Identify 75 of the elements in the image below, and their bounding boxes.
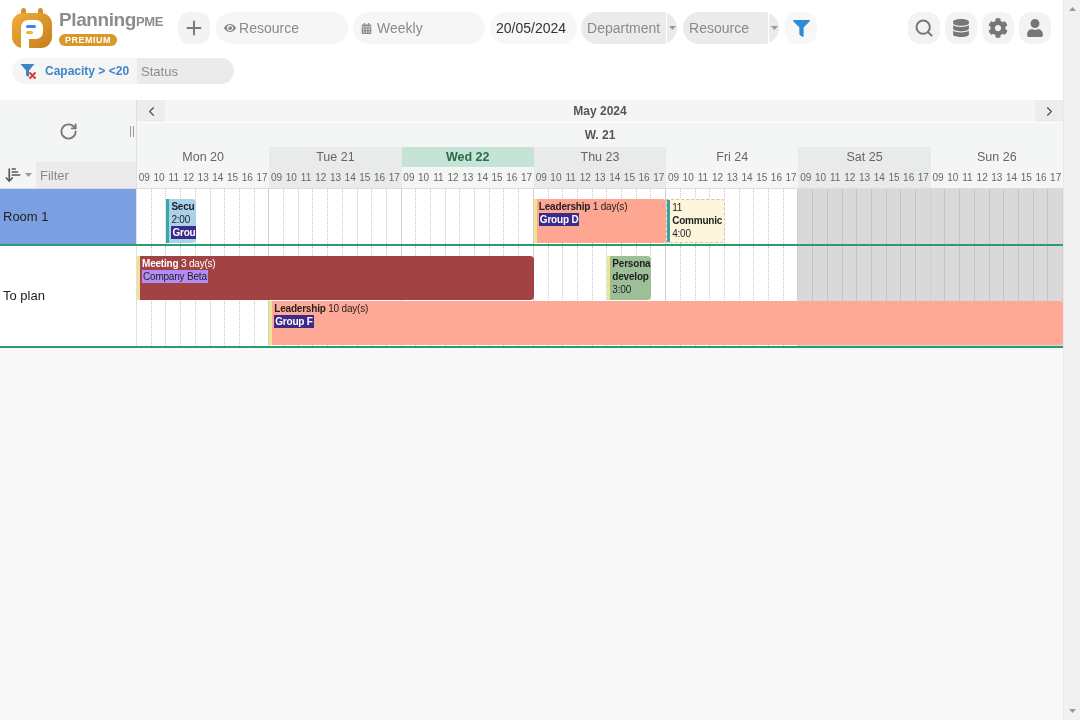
row-label[interactable]: To plan [0, 246, 137, 346]
calendar-icon [361, 22, 372, 34]
filter-chip[interactable]: Capacity > <20 [12, 58, 138, 84]
month-label: May 2024 [573, 103, 627, 120]
hour-label: 16 [901, 167, 917, 188]
eye-icon [224, 22, 236, 34]
event-duration: 2:00 [171, 213, 191, 226]
user-icon [1026, 19, 1044, 37]
event-duration: 3:00 [612, 283, 631, 296]
database-button[interactable] [945, 12, 977, 44]
group-tag: Group F [274, 315, 314, 328]
settings-icon [988, 18, 1008, 38]
search-button[interactable] [908, 12, 940, 44]
event-title: Persona [612, 257, 651, 270]
sort-icon[interactable] [4, 166, 22, 184]
date-field[interactable]: 20/05/2024 [490, 12, 577, 44]
hour-label: 09 [269, 167, 284, 188]
event-block[interactable]: Leadership 1 day(s) Group D [533, 199, 667, 243]
day-header: Wed 22 [401, 147, 534, 167]
event-block[interactable]: Persona develop 3:00 [607, 256, 652, 300]
next-button[interactable] [1035, 100, 1063, 122]
hour-label: 13 [857, 167, 872, 188]
logo-wordmark: PlanningPME [59, 10, 163, 32]
hour-label: 11 [563, 167, 578, 188]
event-duration: 4:00 [672, 227, 691, 240]
search-icon [914, 18, 934, 38]
status-field[interactable]: Status [137, 58, 235, 84]
filter-icon [792, 19, 810, 37]
event-label: 11 [672, 201, 683, 214]
hour-label: 17 [916, 167, 931, 188]
filter-button[interactable] [785, 12, 817, 44]
day-header: Thu 23 [533, 147, 667, 167]
week-label: W. 21 [584, 127, 616, 144]
add-button[interactable] [178, 12, 210, 44]
settings-button[interactable] [982, 12, 1014, 44]
scrollbar[interactable] [1063, 0, 1080, 720]
user-button[interactable] [1019, 12, 1051, 44]
hour-label: 09 [798, 167, 814, 188]
hour-label: 12 [313, 167, 329, 188]
hour-label: 15 [622, 167, 637, 188]
group-tag: Company Beta [142, 270, 208, 283]
event-title: Communic [672, 214, 723, 227]
hour-label: 16 [372, 167, 387, 188]
caret-down-icon [770, 26, 778, 30]
hour-label: 14 [607, 167, 623, 188]
hour-label: 10 [813, 167, 828, 188]
event-block[interactable]: Meeting 3 day(s) Company Beta [137, 256, 534, 300]
day-header: Tue 21 [269, 147, 402, 167]
database-icon [952, 19, 970, 37]
caret-down-icon [1068, 709, 1076, 713]
caret-down-icon [668, 26, 676, 30]
filter-remove-icon[interactable] [20, 63, 37, 79]
event-block[interactable]: Secu 2:00 Grou [166, 199, 196, 243]
logo-icon [12, 8, 52, 48]
event-block[interactable]: 11 Communic 4:00 [666, 199, 725, 243]
resource-search-field[interactable]: Resource [216, 12, 348, 44]
group-tag: Grou [171, 226, 196, 239]
filter-field[interactable]: Filter [36, 162, 136, 188]
caret-down-icon[interactable] [25, 173, 32, 177]
hour-label: 17 [651, 167, 667, 188]
event-title: Meeting 3 day(s) [142, 257, 216, 270]
caret-up-icon [1068, 7, 1076, 11]
premium-badge: PREMIUM [59, 34, 117, 46]
event-title: Leadership 1 day(s) [538, 200, 628, 213]
row-label[interactable]: Room 1 [0, 189, 137, 244]
event-title: Secu [171, 200, 195, 213]
hour-label: 13 [328, 167, 343, 188]
event-title: Leadership 10 day(s) [274, 302, 369, 315]
grip-icon[interactable] [130, 126, 134, 137]
previous-button[interactable] [137, 100, 165, 122]
refresh-icon[interactable] [58, 121, 78, 141]
day-header: Sat 25 [798, 147, 931, 167]
event-title: develop [612, 270, 649, 283]
event-block[interactable]: Leadership 10 day(s) Group F [269, 301, 1063, 345]
group-tag: Group D [538, 213, 580, 226]
